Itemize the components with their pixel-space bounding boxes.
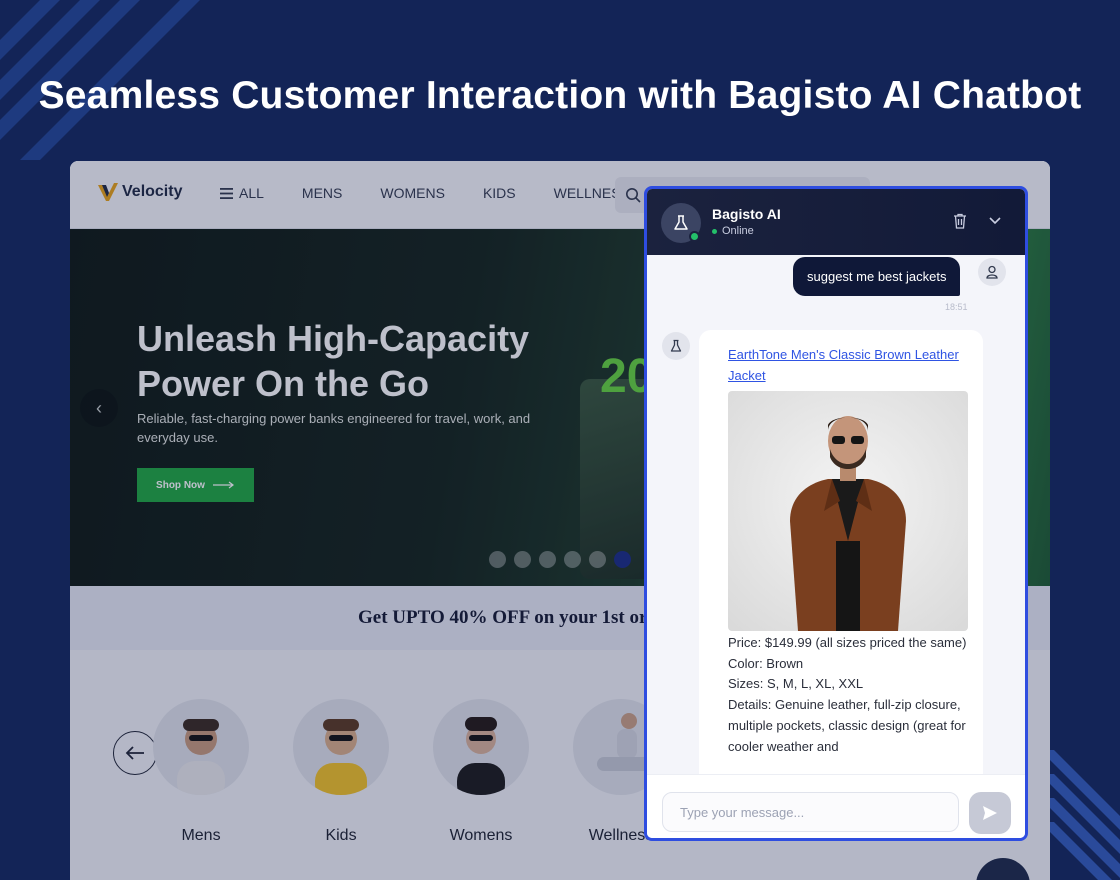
chevron-left-icon: ‹ (96, 397, 102, 418)
chat-widget: Bagisto AI Online suggest me best jacket… (644, 186, 1028, 841)
category-womens[interactable]: Womens (433, 699, 529, 845)
shop-now-label: Shop Now (156, 479, 205, 491)
category-label: Womens (449, 827, 513, 844)
status-dot (712, 228, 717, 234)
user-avatar (978, 258, 1006, 286)
category-label: Kids (325, 827, 357, 844)
promo-text: Get UPTO 40% OFF on your 1st order (358, 607, 675, 628)
nav-all-label: ALL (239, 185, 264, 201)
chat-footer (647, 774, 1025, 838)
arrow-right-icon (212, 481, 234, 489)
product-details: Price: $149.99 (all sizes priced the sam… (728, 633, 968, 757)
nav-all[interactable]: ALL (220, 185, 264, 201)
chat-message-input[interactable] (662, 792, 959, 832)
product-sizes: Sizes: S, M, L, XL, XXL (728, 676, 864, 692)
jacket-product-photo (790, 416, 906, 631)
user-message: suggest me best jackets (793, 257, 961, 296)
banner-dot[interactable] (564, 551, 581, 568)
category-label: Mens (181, 827, 221, 844)
store-nav-links: ALL MENS WOMENS KIDS WELLNESS (220, 185, 630, 201)
bot-icon (674, 215, 688, 230)
chat-messages[interactable]: suggest me best jackets 18:51 EarthTone … (647, 255, 1025, 774)
bot-name: Bagisto AI (712, 206, 781, 222)
bot-product-message: EarthTone Men's Classic Brown Leather Ja… (699, 330, 983, 774)
product-description: Details: Genuine leather, full-zip closu… (728, 697, 966, 754)
trash-icon (954, 213, 966, 229)
banner-subtext: Reliable, fast-charging power banks engi… (137, 411, 531, 445)
banner-prev-button[interactable]: ‹ (80, 389, 118, 427)
banner-dot[interactable] (489, 551, 506, 568)
banner-dot[interactable] (589, 551, 606, 568)
banner-headline-line2: Power On the Go (137, 363, 430, 404)
category-kids[interactable]: Kids (293, 699, 389, 845)
chat-header: Bagisto AI Online (647, 189, 1025, 255)
search-icon (626, 188, 641, 203)
product-link[interactable]: EarthTone Men's Classic Brown Leather Ja… (728, 344, 973, 386)
message-time: 18:51 (945, 302, 968, 312)
banner-pagination (489, 551, 631, 568)
bot-status: Online (712, 225, 754, 237)
menu-icon (220, 187, 233, 199)
category-image (293, 699, 389, 795)
banner-dot[interactable] (539, 551, 556, 568)
shop-now-button[interactable]: Shop Now (137, 468, 254, 502)
store-logo[interactable]: Velocity (98, 183, 182, 201)
send-button[interactable] (969, 792, 1011, 834)
nav-mens[interactable]: MENS (302, 185, 342, 201)
banner-dot[interactable] (514, 551, 531, 568)
product-price: Price: $149.99 (all sizes priced the sam… (728, 635, 967, 650)
chat-toggle-button[interactable] (976, 858, 1030, 880)
chevron-down-icon (989, 217, 1001, 225)
banner-dot-active[interactable] (614, 551, 631, 568)
minimize-chat-button[interactable] (988, 213, 1002, 232)
banner-headline: Unleash High-Capacity Power On the Go (137, 316, 529, 406)
decorative-stripes-bottom-right (1040, 750, 1120, 880)
product-color: Color: Brown (728, 655, 804, 671)
arrow-left-icon (125, 746, 144, 760)
banner-headline-line1: Unleash High-Capacity (137, 318, 530, 359)
bot-status-label: Online (722, 225, 754, 237)
categories-prev-button[interactable] (113, 731, 157, 775)
product-image[interactable] (728, 391, 968, 631)
page-title: Seamless Customer Interaction with Bagis… (38, 74, 1082, 117)
logo-text: Velocity (122, 183, 183, 200)
category-image (433, 699, 529, 795)
online-indicator (689, 231, 700, 242)
velocity-logo-icon (98, 183, 118, 201)
category-mens[interactable]: Mens (153, 699, 249, 845)
nav-kids[interactable]: KIDS (483, 185, 516, 201)
nav-womens[interactable]: WOMENS (380, 185, 445, 201)
send-icon (983, 806, 997, 820)
user-icon (986, 265, 998, 279)
category-image (153, 699, 249, 795)
clear-chat-button[interactable] (953, 213, 967, 234)
bot-message-avatar (662, 332, 690, 360)
bot-icon (670, 339, 682, 352)
